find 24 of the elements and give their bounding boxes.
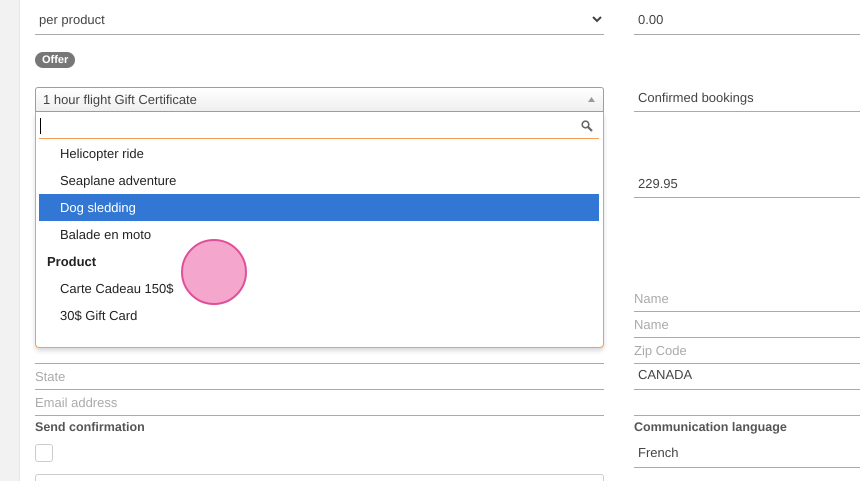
search-icon	[581, 120, 593, 132]
group-heading: Product	[46, 253, 98, 271]
dropdown-option[interactable]: Carte Cadeau 150$	[39, 275, 599, 302]
combo-box[interactable]: 1 hour flight Gift Certificate	[35, 87, 604, 112]
input-field[interactable]: French	[634, 438, 860, 468]
dropdown-option[interactable]: Helicopter ride	[39, 140, 599, 167]
checkbox[interactable]	[35, 444, 53, 462]
dropdown-option[interactable]: 30$ Gift Card	[39, 302, 599, 329]
input-field[interactable]: 229.95	[634, 170, 860, 198]
field-label: Communication language	[634, 420, 787, 436]
input-field[interactable]: Confirmed bookings	[634, 84, 860, 112]
dropdown-option[interactable]: Dog sledding	[39, 194, 599, 221]
chevron-down-icon	[592, 16, 602, 23]
input-field[interactable]: Name	[634, 312, 860, 338]
caret-up-icon	[588, 97, 595, 102]
offer-badge: Offer	[35, 52, 76, 68]
input-field[interactable]: 0.00	[634, 5, 860, 35]
select-field[interactable]: per product	[35, 5, 604, 35]
field-label: Send confirmation	[35, 420, 145, 436]
input-field[interactable]: State	[35, 364, 604, 390]
input-field[interactable]: Name	[634, 286, 860, 312]
dropdown-option[interactable]: Seaplane adventure	[39, 167, 599, 194]
input-field[interactable]: Email address	[35, 390, 604, 416]
dropdown-option[interactable]: Balade en moto	[39, 221, 599, 248]
